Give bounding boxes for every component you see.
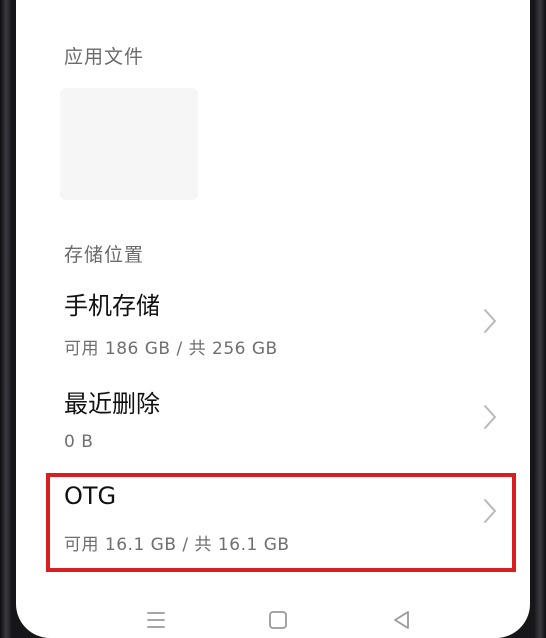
storage-item-title: 最近删除: [64, 390, 160, 418]
app-file-thumbnail[interactable]: [60, 88, 198, 200]
storage-item-subtitle: 0 B: [64, 432, 94, 452]
app-files-section-label: 应用文件: [64, 46, 145, 68]
storage-item-subtitle: 可用 186 GB / 共 256 GB: [64, 339, 278, 359]
menu-icon[interactable]: [144, 608, 168, 632]
storage-item-recently-deleted[interactable]: 最近删除 0 B: [16, 384, 530, 480]
chevron-right-icon: [484, 309, 496, 333]
storage-item-otg[interactable]: OTG 可用 16.1 GB / 共 16.1 GB: [16, 482, 530, 578]
chevron-right-icon: [484, 499, 496, 523]
storage-item-title: 手机存储: [64, 292, 160, 320]
home-icon[interactable]: [266, 608, 290, 632]
storage-location-section-label: 存储位置: [64, 244, 145, 266]
phone-frame: 应用文件 存储位置 手机存储 可用 186 GB / 共 256 GB 最近删除…: [0, 0, 546, 638]
storage-item-subtitle: 可用 16.1 GB / 共 16.1 GB: [64, 535, 290, 555]
storage-item-phone-storage[interactable]: 手机存储 可用 186 GB / 共 256 GB: [16, 286, 530, 382]
navigation-bar: [16, 600, 530, 638]
storage-item-title: OTG: [64, 482, 117, 510]
screen: 应用文件 存储位置 手机存储 可用 186 GB / 共 256 GB 最近删除…: [16, 0, 530, 638]
back-icon[interactable]: [390, 608, 414, 632]
chevron-right-icon: [484, 405, 496, 429]
